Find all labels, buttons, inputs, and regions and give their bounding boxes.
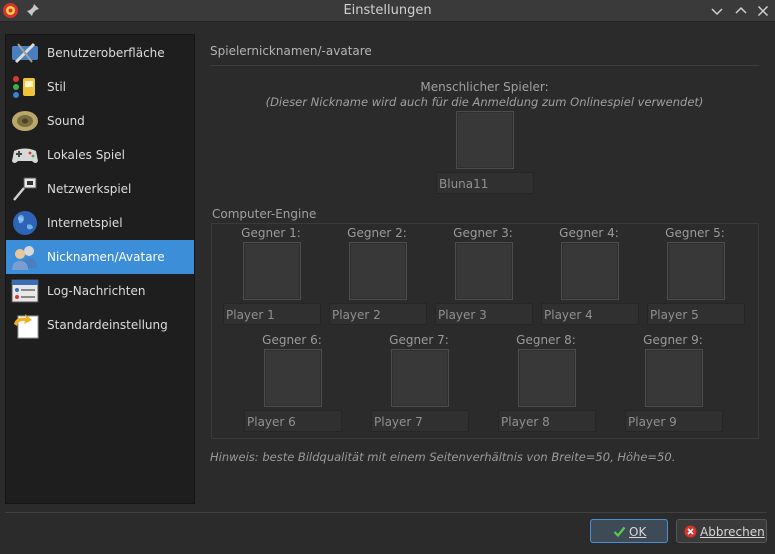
opponent-avatar[interactable] xyxy=(455,242,513,300)
sidebar-item-label: Internetspiel xyxy=(47,216,123,230)
sidebar-item-log-nachrichten[interactable]: Log-Nachrichten xyxy=(6,274,194,308)
window-title: Einstellungen xyxy=(343,3,432,18)
paint-icon xyxy=(13,76,35,98)
opponent-label: Gegner 6: xyxy=(262,333,322,347)
sidebar-item-label: Log-Nachrichten xyxy=(47,284,146,298)
speaker-icon xyxy=(12,111,38,131)
opponent-avatar[interactable] xyxy=(667,242,725,300)
opponent-label: Gegner 2: xyxy=(347,226,407,240)
sidebar-item-label: Standardeinstellung xyxy=(47,318,168,332)
sidebar-item-label: Sound xyxy=(47,114,85,128)
reset-icon xyxy=(14,314,39,339)
cancel-button-label: Abbrechen xyxy=(700,525,765,539)
opponent-label: Gegner 5: xyxy=(665,226,725,240)
button-divider xyxy=(5,512,767,513)
cancel-icon xyxy=(684,525,697,538)
sidebar-item-nicknamen-avatare[interactable]: Nicknamen/Avatare xyxy=(6,240,194,274)
human-avatar[interactable] xyxy=(456,111,514,169)
sidebar-item-lokales-spiel[interactable]: Lokales Spiel xyxy=(6,138,194,172)
sidebar-item-stil[interactable]: Stil xyxy=(6,70,194,104)
human-player-note: (Dieser Nickname wird auch für die Anmel… xyxy=(265,95,704,109)
settings-category-list: Benutzeroberfläche Stil Sound Lokales Sp… xyxy=(5,34,195,504)
opponent-label: Gegner 9: xyxy=(643,333,703,347)
sidebar-item-benutzeroberflaeche[interactable]: Benutzeroberfläche xyxy=(6,36,194,70)
opponent-label: Gegner 4: xyxy=(559,226,619,240)
section-divider xyxy=(210,65,759,66)
opponent-name-field[interactable]: Player 7 xyxy=(371,410,469,432)
ok-button[interactable]: OK xyxy=(590,519,668,543)
opponent-label: Gegner 7: xyxy=(389,333,449,347)
title-bar: Einstellungen xyxy=(0,0,775,22)
opponent-name-field[interactable]: Player 8 xyxy=(498,410,596,432)
maximize-icon[interactable] xyxy=(733,3,749,19)
sidebar-item-standardeinstellung[interactable]: Standardeinstellung xyxy=(6,308,194,342)
sidebar-item-label: Stil xyxy=(47,80,66,94)
opponent-name-field[interactable]: Player 6 xyxy=(244,410,342,432)
globe-icon xyxy=(13,211,37,235)
opponent-label: Gegner 3: xyxy=(453,226,513,240)
opponent-avatar[interactable] xyxy=(645,349,703,407)
sidebar-item-label: Benutzeroberfläche xyxy=(47,46,165,60)
opponent-label: Gegner 1: xyxy=(241,226,301,240)
network-icon xyxy=(13,177,37,201)
opponent-avatar[interactable] xyxy=(349,242,407,300)
sidebar-item-label: Netzwerkspiel xyxy=(47,182,132,196)
computer-engine-title: Computer-Engine xyxy=(212,207,317,221)
sidebar-item-internetspiel[interactable]: Internetspiel xyxy=(6,206,194,240)
sidebar-item-label: Lokales Spiel xyxy=(47,148,125,162)
human-nickname-field[interactable]: Bluna11 xyxy=(436,172,534,194)
gamepad-icon xyxy=(12,148,38,163)
section-title: Spielernicknamen/-avatare xyxy=(210,44,372,58)
opponent-avatar[interactable] xyxy=(243,242,301,300)
checkmark-icon xyxy=(613,526,626,538)
opponent-name-field[interactable]: Player 2 xyxy=(329,303,427,325)
log-icon xyxy=(11,279,39,303)
opponent-avatar[interactable] xyxy=(561,242,619,300)
hint-text: Hinweis: beste Bildqualität mit einem Se… xyxy=(210,450,676,464)
sidebar-item-label: Nicknamen/Avatare xyxy=(47,250,165,264)
minimize-icon[interactable] xyxy=(709,3,725,19)
sidebar-item-sound[interactable]: Sound xyxy=(6,104,194,138)
cancel-button[interactable]: Abbrechen xyxy=(676,519,767,543)
opponent-avatar[interactable] xyxy=(391,349,449,407)
ok-button-label: OK xyxy=(629,525,647,539)
opponent-name-field[interactable]: Player 3 xyxy=(435,303,533,325)
opponent-name-field[interactable]: Player 1 xyxy=(223,303,321,325)
close-icon[interactable] xyxy=(755,3,771,19)
opponent-avatar[interactable] xyxy=(264,349,322,407)
tools-icon xyxy=(12,42,38,64)
users-icon xyxy=(12,246,37,270)
sidebar-item-netzwerkspiel[interactable]: Netzwerkspiel xyxy=(6,172,194,206)
opponent-avatar[interactable] xyxy=(518,349,576,407)
opponent-name-field[interactable]: Player 4 xyxy=(541,303,639,325)
opponent-name-field[interactable]: Player 9 xyxy=(625,410,723,432)
human-player-label: Menschlicher Spieler: xyxy=(420,80,549,94)
opponent-name-field[interactable]: Player 5 xyxy=(647,303,745,325)
opponent-label: Gegner 8: xyxy=(516,333,576,347)
